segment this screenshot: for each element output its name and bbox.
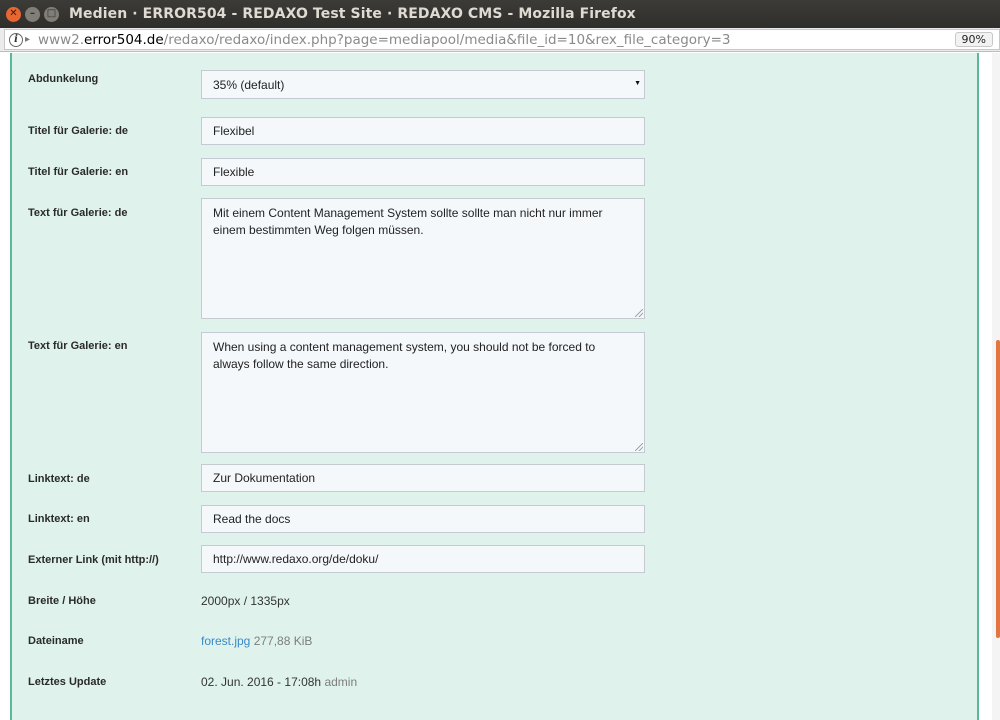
zoom-level-button[interactable]: 90%: [954, 32, 993, 47]
window-titlebar: ✕ – □ Medien · ERROR504 - REDAXO Test Si…: [0, 0, 1000, 28]
caret-down-icon: ▼: [634, 80, 641, 87]
url-prefix: www2.: [38, 31, 85, 48]
page-scrollbar[interactable]: [992, 53, 1000, 720]
titel-en-label: Titel für Galerie: en: [28, 166, 129, 178]
maximize-window-icon[interactable]: □: [44, 6, 59, 22]
page-viewport: Abdunkelung 35% (default) ▼ Titel für Ga…: [0, 53, 1000, 720]
linktext-de-value: Zur Dokumentation: [213, 471, 316, 485]
site-info-icon[interactable]: i: [9, 32, 23, 47]
text-de-value: Mit einem Content Management System soll…: [213, 206, 603, 237]
minimize-window-icon[interactable]: –: [25, 6, 40, 22]
file-size: 277,88 KiB: [253, 634, 313, 648]
dateiname-label: Dateiname: [28, 635, 84, 647]
text-en-label: Text für Galerie: en: [28, 340, 128, 352]
update-user: admin: [324, 675, 358, 689]
linktext-en-value: Read the docs: [213, 512, 291, 526]
abdunkelung-selected-value: 35% (default): [213, 77, 285, 92]
titel-de-value: Flexibel: [213, 124, 255, 138]
externer-link-input[interactable]: http://www.redaxo.org/de/doku/: [201, 545, 645, 573]
externer-link-label: Externer Link (mit http://): [28, 554, 159, 566]
dateiname-value: forest.jpg 277,88 KiB: [201, 634, 312, 648]
text-de-label: Text für Galerie: de: [28, 207, 128, 219]
letztes-update-label: Letztes Update: [28, 676, 107, 688]
text-de-textarea[interactable]: Mit einem Content Management System soll…: [201, 198, 645, 319]
filename-link[interactable]: forest.jpg: [201, 634, 250, 648]
close-window-icon[interactable]: ✕: [6, 6, 21, 22]
text-en-textarea[interactable]: When using a content management system, …: [201, 332, 645, 453]
url-path: /redaxo/redaxo/index.php?page=mediapool/…: [163, 31, 731, 48]
titel-en-value: Flexible: [213, 165, 255, 179]
linktext-de-label: Linktext: de: [28, 473, 90, 485]
url-host: error504.de: [84, 31, 164, 48]
navigation-bar: i ▸ www2. error504.de/redaxo/redaxo/index…: [0, 28, 1000, 52]
abdunkelung-label: Abdunkelung: [28, 73, 99, 85]
window-title: Medien · ERROR504 - REDAXO Test Site · R…: [69, 6, 636, 22]
window-controls: ✕ – □: [6, 6, 59, 22]
breite-hoehe-label: Breite / Höhe: [28, 595, 96, 607]
media-edit-panel: Abdunkelung 35% (default) ▼ Titel für Ga…: [10, 53, 979, 720]
linktext-en-input[interactable]: Read the docs: [201, 505, 645, 533]
update-date: 02. Jun. 2016 - 17:08h: [201, 675, 322, 689]
externer-link-value: http://www.redaxo.org/de/doku/: [213, 552, 379, 566]
breite-hoehe-value: 2000px / 1335px: [201, 594, 290, 608]
linktext-de-input[interactable]: Zur Dokumentation: [201, 464, 645, 492]
resize-grip-icon[interactable]: [635, 309, 643, 317]
titel-en-input[interactable]: Flexible: [201, 158, 645, 186]
resize-grip-icon[interactable]: [635, 443, 643, 451]
titel-de-label: Titel für Galerie: de: [28, 125, 129, 137]
scrollbar-thumb[interactable]: [996, 340, 1000, 638]
linktext-en-label: Linktext: en: [28, 513, 90, 525]
abdunkelung-select[interactable]: 35% (default) ▼: [201, 70, 645, 99]
letztes-update-value: 02. Jun. 2016 - 17:08h admin: [201, 675, 357, 689]
chevron-right-icon: ▸: [25, 34, 31, 45]
url-field[interactable]: i ▸ www2. error504.de/redaxo/redaxo/index…: [4, 29, 1000, 50]
titel-de-input[interactable]: Flexibel: [201, 117, 645, 145]
text-en-value: When using a content management system, …: [213, 340, 596, 371]
